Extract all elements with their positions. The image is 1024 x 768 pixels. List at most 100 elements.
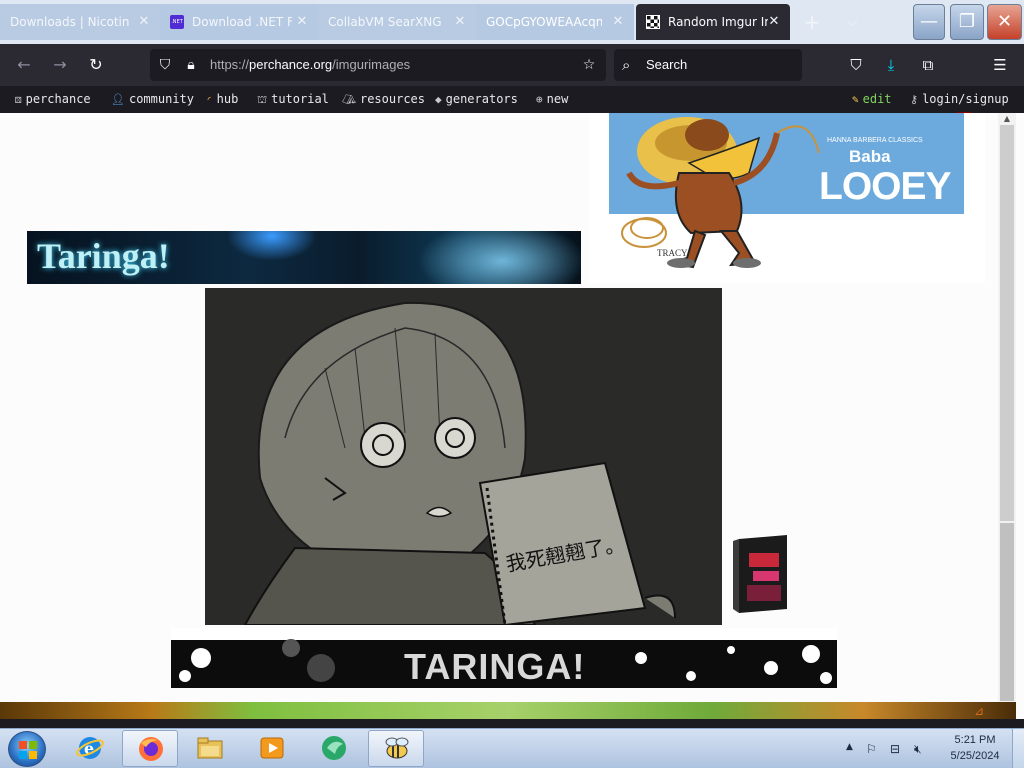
show-hidden-icons[interactable]: ▲ <box>846 742 853 752</box>
address-bar[interactable]: ⛉ 🔒︎ https://perchance.org/imgurimages ☆ <box>150 49 606 81</box>
banner-title: TARINGA! <box>404 646 586 687</box>
chevron-down-icon[interactable]: ⌵ <box>840 10 864 34</box>
new-tab-icon[interactable]: + <box>800 10 824 34</box>
dice-icon: ⚄ <box>15 93 22 106</box>
image-title-line-2: LOOEY <box>819 165 952 208</box>
tab-image[interactable]: GOCpGYOWEAAcqn... ✕ <box>476 4 634 40</box>
scrollbar-track[interactable] <box>1000 125 1014 521</box>
taskbar-nicotine[interactable] <box>368 730 424 767</box>
image-title-line-1: Baba <box>849 147 891 166</box>
nav-generators[interactable]: ◆ generators <box>435 86 518 112</box>
tab-close-icon[interactable]: ✕ <box>294 14 310 30</box>
menu-icon[interactable]: ☰ <box>986 52 1014 78</box>
nav-edit[interactable]: ✎ edit <box>852 86 892 112</box>
dotnet-icon: .NET <box>170 15 184 29</box>
search-icon: ⌕ <box>622 56 631 74</box>
download-icon[interactable]: ⤓ <box>877 52 905 78</box>
tab-close-icon[interactable]: ✕ <box>136 14 152 30</box>
back-arrow-icon[interactable]: ← <box>10 52 38 78</box>
taskbar-internet-explorer[interactable]: e <box>62 730 118 767</box>
key-icon: ⚷ <box>910 93 919 106</box>
tab-label: CollabVM SearXNG <box>328 15 442 29</box>
nav-label: hub <box>216 92 239 106</box>
nav-label: new <box>546 92 569 106</box>
nav-label: generators <box>445 92 518 106</box>
resize-corner-icon: ⊿ <box>974 704 985 718</box>
nav-label: edit <box>862 92 892 106</box>
tab-nicotine[interactable]: Downloads | Nicotine+ ✕ <box>0 4 160 40</box>
extensions-icon[interactable]: ⧉ <box>914 52 942 78</box>
nav-login[interactable]: ⚷ login/signup <box>910 86 1009 112</box>
show-desktop-button[interactable] <box>1012 729 1024 768</box>
manga-illustration <box>243 301 676 625</box>
scrollbar-thumb[interactable] <box>1000 523 1014 701</box>
url-path: /imgurimages <box>332 57 411 72</box>
brand-caption: HANNA BARBERA CLASSICS <box>827 137 923 144</box>
generators-icon: ◆ <box>435 93 442 106</box>
software-box-image[interactable] <box>733 535 793 615</box>
nav-new[interactable]: ⊕ new <box>536 86 568 112</box>
pencil-icon: ✎ <box>852 93 859 106</box>
tab-close-icon[interactable]: ✕ <box>766 14 782 30</box>
green-orb-icon <box>322 736 346 760</box>
tutorial-icon: ⛫ <box>257 93 268 106</box>
nav-toolbar: ← → ↻ ⛉ 🔒︎ https://perchance.org/imgurim… <box>0 44 1024 118</box>
firefox-icon <box>139 737 163 761</box>
restore-button[interactable]: ❐ <box>950 4 984 40</box>
shield-icon[interactable]: ⛉ <box>154 49 176 81</box>
start-button[interactable] <box>8 731 46 767</box>
baba-looey-image[interactable]: HANNA BARBERA CLASSICS Baba LOOEY TRACY <box>589 113 985 283</box>
pocket-icon[interactable]: ⛉ <box>842 52 870 78</box>
forward-arrow-icon[interactable]: → <box>46 52 74 78</box>
nav-resources[interactable]: ⛺︎ resources <box>342 86 425 112</box>
lock-icon[interactable]: 🔒︎ <box>180 49 202 81</box>
internet-explorer-icon: e <box>76 737 104 759</box>
clock-date: 5/25/2024 <box>950 750 1000 762</box>
taskbar-media-player[interactable] <box>244 730 300 767</box>
url-prefix: https:// <box>210 57 250 72</box>
reload-icon[interactable]: ↻ <box>82 52 110 78</box>
resources-icon: ⛺︎ <box>342 93 356 106</box>
network-icon[interactable]: ⊟ <box>890 742 900 756</box>
nav-tutorial[interactable]: ⛫ tutorial <box>257 86 329 112</box>
checker-icon <box>646 15 660 29</box>
taskbar-app-green[interactable] <box>306 730 362 767</box>
folder-icon <box>197 737 223 759</box>
tab-random-imgur[interactable]: Random Imgur Im ✕ <box>636 4 790 40</box>
search-input[interactable]: ⌕ Search <box>614 49 802 81</box>
people-icon: 👤︎ <box>111 93 125 106</box>
taringa-banner-image[interactable]: Taringa! <box>27 231 581 284</box>
page-content[interactable]: HANNA BARBERA CLASSICS Baba LOOEY TRACY … <box>9 113 998 702</box>
nav-label: resources <box>359 92 425 106</box>
nav-community[interactable]: 👤︎ community <box>111 86 194 112</box>
glow-decoration <box>417 231 581 284</box>
plus-circle-icon: ⊕ <box>536 93 543 106</box>
page-scrollbar[interactable]: ▲ ▼ <box>998 113 1016 719</box>
nav-hub[interactable]: ◜ hub <box>206 86 238 112</box>
tab-label: GOCpGYOWEAAcqn... <box>486 15 602 29</box>
star-icon[interactable]: ☆ <box>578 49 600 81</box>
cartoon-character-illustration <box>621 117 820 269</box>
minimize-button[interactable]: — <box>913 4 945 40</box>
taskbar-clock[interactable]: 5:21 PM 5/25/2024 <box>944 732 1006 764</box>
taringa-logo-image[interactable]: TARINGA! <box>171 628 837 688</box>
tab-searxng[interactable]: CollabVM SearXNG ✕ <box>318 4 476 40</box>
taskbar-firefox[interactable] <box>122 730 178 767</box>
tab-close-icon[interactable]: ✕ <box>610 14 626 30</box>
nav-perchance[interactable]: ⚄ perchance <box>15 86 91 112</box>
tab-dotnet[interactable]: .NET Download .NET Fr ✕ <box>160 4 318 40</box>
next-image-preview[interactable] <box>0 702 1016 719</box>
nav-label: tutorial <box>271 92 329 106</box>
url-text[interactable]: https://perchance.org/imgurimages <box>210 49 410 81</box>
volume-muted-icon[interactable]: 🔇︎ <box>914 742 922 757</box>
action-center-flag-icon[interactable]: ⚐ <box>866 742 877 756</box>
windows-flag-icon <box>19 741 37 759</box>
close-window-button[interactable]: ✕ <box>987 4 1022 40</box>
taskbar-explorer[interactable] <box>182 730 238 767</box>
nav-label: login/signup <box>922 92 1009 106</box>
tab-label: Download .NET Fr <box>192 15 292 29</box>
tab-close-icon[interactable]: ✕ <box>452 14 468 30</box>
manga-image[interactable]: 我死翹翹了。 <box>205 288 722 625</box>
scroll-up-icon[interactable]: ▲ <box>998 113 1016 125</box>
nav-label: perchance <box>25 92 91 106</box>
